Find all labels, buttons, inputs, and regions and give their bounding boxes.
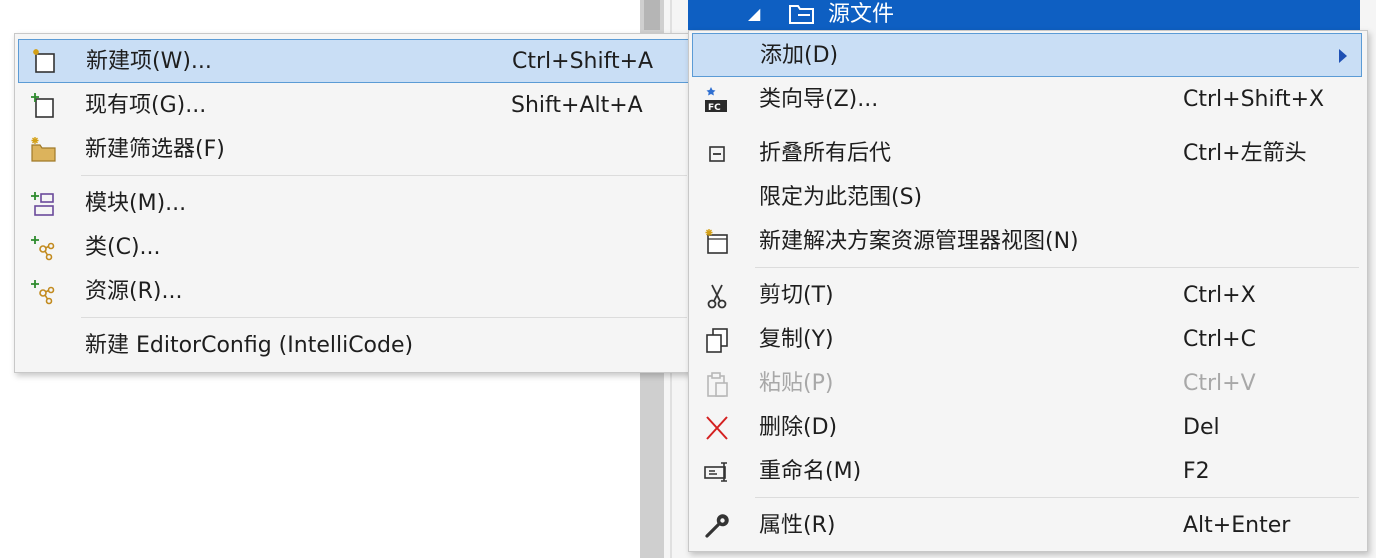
menu-item-copy[interactable]: 复制(Y) Ctrl+C	[689, 318, 1367, 362]
existing-item-icon	[31, 93, 54, 118]
paste-icon	[707, 372, 728, 397]
class-icon	[31, 236, 55, 261]
menu-item-properties[interactable]: 属性(R) Alt+Enter	[689, 504, 1367, 548]
filter-folder-icon	[789, 5, 814, 24]
submenu-arrow-icon	[1339, 49, 1347, 63]
menu-item-new-explorer-view[interactable]: 新建解决方案资源管理器视图(N)	[689, 220, 1367, 264]
menu-item-new-filter[interactable]: 新建筛选器(F)	[15, 128, 695, 172]
menu-item-cut[interactable]: 剪切(T) Ctrl+X	[689, 274, 1367, 318]
delete-icon	[706, 416, 728, 440]
copy-icon	[706, 328, 728, 353]
menu-item-collapse-all[interactable]: 折叠所有后代 Ctrl+左箭头	[689, 132, 1367, 176]
menu-item-new-editorconfig[interactable]: 新建 EditorConfig (IntelliCode)	[15, 324, 695, 368]
menu-item-class-wizard[interactable]: FC 类向导(Z)... Ctrl+Shift+X	[689, 78, 1367, 122]
menu-separator	[755, 267, 1359, 268]
menu-item-existing-item[interactable]: 现有项(G)... Shift+Alt+A	[15, 84, 695, 128]
new-view-icon	[705, 229, 728, 254]
menu-separator	[81, 317, 687, 318]
expand-triangle-icon[interactable]: ◢	[748, 4, 760, 23]
resource-icon	[31, 280, 55, 305]
cut-icon	[707, 284, 727, 309]
svg-text:FC: FC	[708, 103, 721, 113]
menu-item-resource[interactable]: 资源(R)...	[15, 270, 695, 314]
menu-item-rename[interactable]: 重命名(M) F2	[689, 450, 1367, 494]
class-wizard-icon: FC	[705, 87, 727, 113]
menu-item-module[interactable]: 模块(M)...	[15, 182, 695, 226]
rename-icon	[704, 462, 727, 482]
menu-item-paste[interactable]: 粘贴(P) Ctrl+V	[689, 362, 1367, 406]
tree-node-label: 源文件	[828, 2, 895, 27]
tree-node-source-files[interactable]: ◢ 源文件	[688, 0, 1360, 30]
add-submenu: 新建项(W)... Ctrl+Shift+A 现有项(G)... Shift+A…	[14, 33, 696, 373]
new-item-icon	[33, 49, 55, 73]
menu-item-class[interactable]: 类(C)...	[15, 226, 695, 270]
wrench-icon	[705, 514, 729, 538]
scrollbar-thumb[interactable]	[644, 0, 660, 30]
menu-separator	[755, 497, 1359, 498]
menu-item-scope-to-this[interactable]: 限定为此范围(S)	[689, 176, 1367, 220]
collapse-icon	[709, 146, 725, 162]
menu-item-delete[interactable]: 删除(D) Del	[689, 406, 1367, 450]
menu-item-add[interactable]: 添加(D)	[692, 33, 1362, 77]
module-icon	[31, 192, 54, 216]
menu-item-new-item[interactable]: 新建项(W)... Ctrl+Shift+A	[18, 39, 690, 83]
new-filter-folder-icon	[31, 137, 56, 162]
menu-separator	[81, 175, 687, 176]
context-menu: 添加(D) FC 类向导(Z)... Ctrl+Shift+X 折叠所有后代 C…	[688, 30, 1368, 552]
